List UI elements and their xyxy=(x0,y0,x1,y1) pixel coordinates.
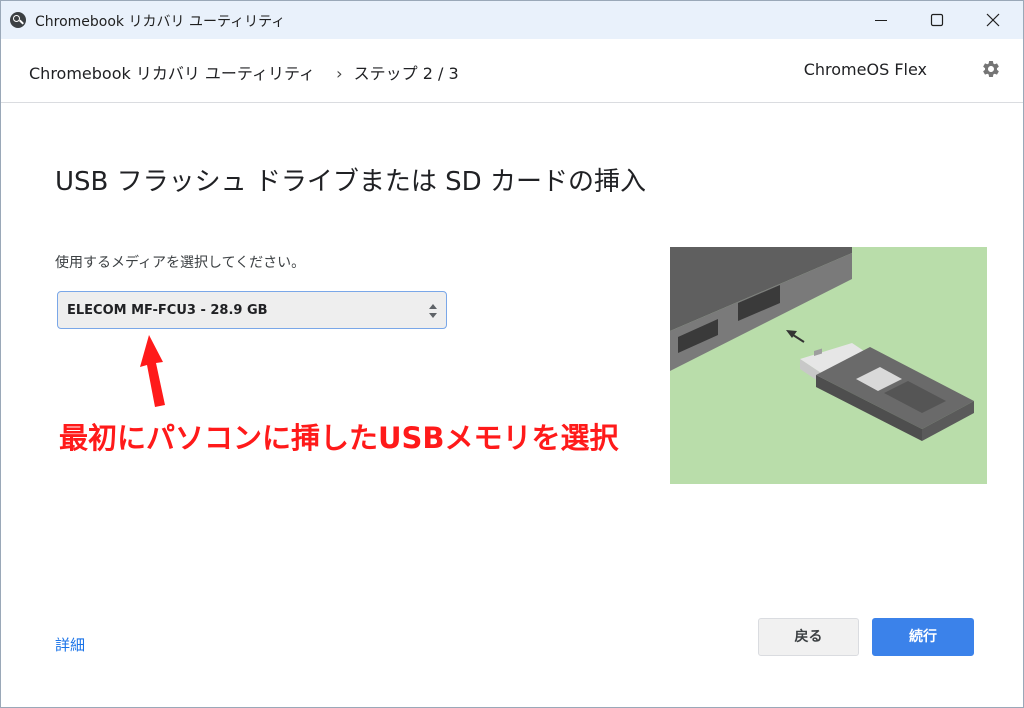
maximize-icon xyxy=(930,13,944,27)
close-icon xyxy=(986,13,1000,27)
back-button[interactable]: 戻る xyxy=(758,618,859,656)
minimize-icon xyxy=(875,20,887,21)
annotation-text: 最初にパソコンに挿したUSBメモリを選択 xyxy=(59,421,619,455)
maximize-button[interactable] xyxy=(909,1,965,39)
page-title: USB フラッシュ ドライブまたは SD カードの挿入 xyxy=(55,167,646,197)
breadcrumb: Chromebook リカバリ ユーティリティ › ステップ 2 / 3 xyxy=(29,60,459,84)
breadcrumb-step: ステップ 2 / 3 xyxy=(353,64,459,83)
minimize-button[interactable] xyxy=(853,1,909,39)
annotation-arrow-icon xyxy=(140,335,165,407)
app-window: Chromebook リカバリ ユーティリティ Chromebook リカバリ … xyxy=(0,0,1024,708)
gear-icon xyxy=(983,60,999,77)
instruction-text: 使用するメディアを選択してください。 xyxy=(55,255,306,271)
breadcrumb-app-name: Chromebook リカバリ ユーティリティ xyxy=(29,64,316,83)
usb-insert-illustration xyxy=(670,247,987,484)
app-header: Chromebook リカバリ ユーティリティ › ステップ 2 / 3 Chr… xyxy=(1,39,1023,103)
breadcrumb-separator: › xyxy=(336,64,343,83)
settings-button[interactable] xyxy=(981,59,1001,79)
window-title: Chromebook リカバリ ユーティリティ xyxy=(35,14,286,30)
product-name: ChromeOS Flex xyxy=(803,60,927,79)
continue-button[interactable]: 続行 xyxy=(872,618,974,656)
media-select[interactable]: ELECOM MF-FCU3 - 28.9 GB xyxy=(57,291,447,329)
close-button[interactable] xyxy=(965,1,1021,39)
title-bar[interactable]: Chromebook リカバリ ユーティリティ xyxy=(1,1,1023,39)
up-down-arrows-icon xyxy=(429,304,437,318)
media-select-value: ELECOM MF-FCU3 - 28.9 GB xyxy=(67,303,268,318)
recovery-app-icon xyxy=(10,12,26,28)
details-link[interactable]: 詳細 xyxy=(55,634,85,655)
